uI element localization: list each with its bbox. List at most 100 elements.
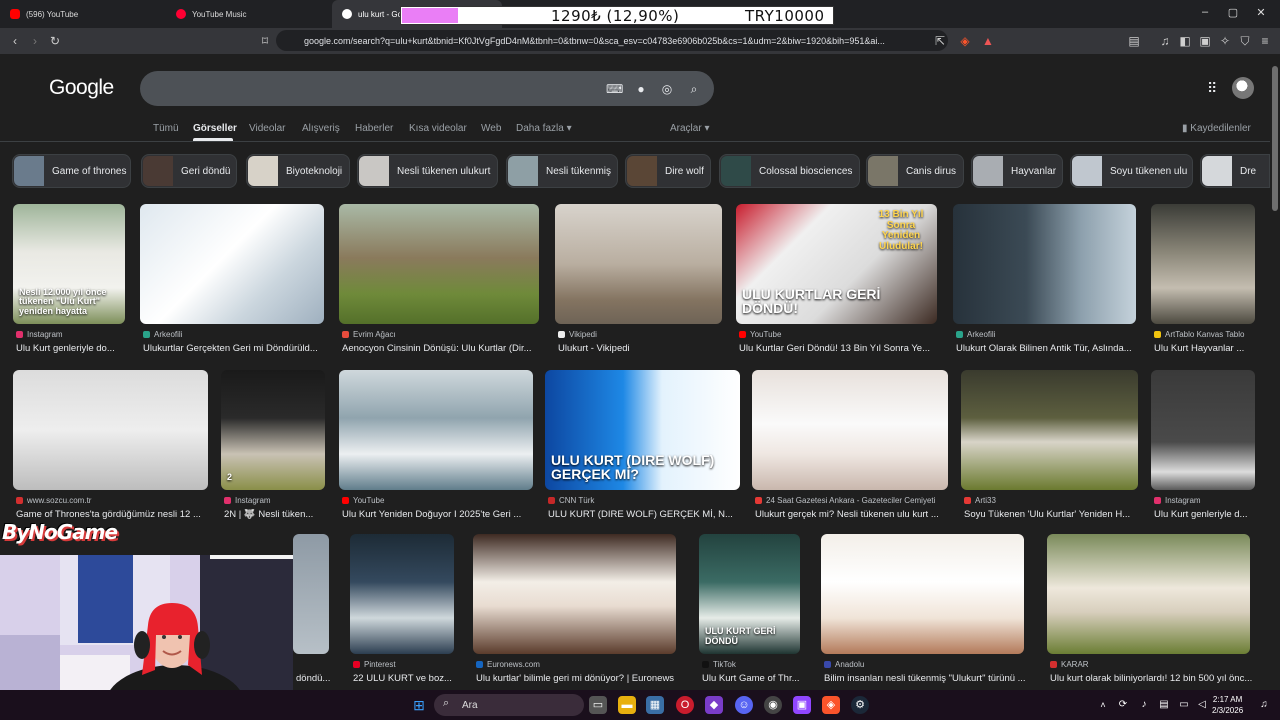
image-result[interactable]: Arti33 Soyu Tükenen 'Ulu Kurtlar' Yeniden… [961, 370, 1138, 526]
chip-nesli-tukenmis[interactable]: Nesli tükenmiş [506, 154, 618, 188]
twitch-icon[interactable]: ▣ [793, 696, 811, 714]
result-source[interactable]: www.sozcu.com.tr [16, 496, 211, 505]
leo-ai-icon[interactable]: ✧ [1217, 33, 1233, 49]
image-result[interactable]: www.sozcu.com.tr Game of Thrones'ta gördü… [13, 370, 208, 526]
avatar[interactable] [1232, 77, 1254, 99]
notification-bell-icon[interactable]: ♫ [1255, 696, 1273, 714]
result-thumbnail[interactable] [140, 204, 324, 324]
result-source[interactable]: Instagram [1154, 496, 1258, 505]
result-title[interactable]: Ulu kurt olarak biliniyorlardı! 12 bin 5… [1050, 673, 1253, 684]
chip-soyu-tukenen-ulu[interactable]: Soyu tükenen ulu [1070, 154, 1193, 188]
brave-shield-icon[interactable]: ◈ [957, 33, 973, 49]
tab-videos[interactable]: Videolar [249, 123, 286, 134]
tab-shopping[interactable]: Alışveriş [302, 123, 340, 134]
discord-icon[interactable]: ☺ [735, 696, 753, 714]
result-title[interactable]: ULU KURT (DIRE WOLF) GERÇEK Mİ, N... [548, 509, 743, 520]
lens-icon[interactable]: ◎ [659, 81, 675, 97]
volume-icon[interactable]: ◁ [1193, 696, 1211, 714]
saved-button[interactable]: ▮ Kaydedilenler [1182, 123, 1251, 134]
image-result[interactable]: Instagram Ulu Kurt genleriyle d... [1151, 370, 1255, 526]
result-source[interactable]: Arkeofili [956, 330, 1139, 339]
task-view-icon[interactable]: ▭ [589, 696, 607, 714]
result-title[interactable]: Ulu kurtlar' bilimle geri mi dönüyor? | … [476, 673, 679, 684]
result-source[interactable]: CNN Türk [548, 496, 743, 505]
result-thumbnail[interactable] [821, 534, 1024, 654]
result-title[interactable]: Ulu Kurt genleriyle do... [16, 343, 128, 354]
tab-more[interactable]: Daha fazla ▾ [516, 123, 572, 134]
result-thumbnail[interactable] [350, 534, 454, 654]
chip-nesli-tukenen-ulukurt[interactable]: Nesli tükenen ulukurt [357, 154, 498, 188]
back-icon[interactable]: ‹ [7, 33, 23, 49]
image-result[interactable]: ArtTablo Kanvas Tablo Ulu Kurt Hayvanlar … [1151, 204, 1255, 360]
result-source[interactable]: YouTube [342, 496, 536, 505]
chip-colossal-biosciences[interactable]: Colossal biosciences [719, 154, 860, 188]
image-result[interactable]: ULU KURT GERİ DÖNDÜ TikTok Ulu Kurt Game o… [699, 534, 800, 690]
result-source[interactable]: Instagram [224, 496, 328, 505]
chip-biyoteknoloji[interactable]: Biyoteknoloji [246, 154, 350, 188]
minimize-icon[interactable]: – [1198, 6, 1212, 18]
close-icon[interactable]: ✕ [1254, 6, 1268, 19]
windows-start-icon[interactable]: ⊞ [410, 696, 428, 714]
tab-all[interactable]: Tümü [153, 123, 179, 134]
result-title[interactable]: Ulu Kurtlar Geri Döndü! 13 Bin Yıl Sonra… [739, 343, 940, 354]
image-result[interactable]: Anadolu Bilim insanları nesli tükenmiş "U… [821, 534, 1027, 690]
image-result[interactable]: Nesli 12.000 yıl önce tükenen "Ulu Kurt"… [13, 204, 125, 360]
file-explorer-icon[interactable]: ▬ [618, 696, 636, 714]
result-title[interactable]: 2N | 🐺 Nesli tüken... [224, 509, 328, 520]
result-title[interactable]: Ulu Kurt genleriyle d... [1154, 509, 1258, 520]
result-title[interactable]: Ulukurt gerçek mi? Nesli tükenen ulu kur… [755, 509, 951, 520]
result-source[interactable]: Euronews.com [476, 660, 679, 669]
result-thumbnail[interactable]: ULU KURT GERİ DÖNDÜ [699, 534, 800, 654]
result-thumbnail[interactable]: 2 [221, 370, 325, 490]
image-result[interactable]: Vikipedi Ulukurt - Vikipedi [555, 204, 722, 360]
network-icon[interactable]: ▭ [1175, 696, 1193, 714]
result-thumbnail[interactable]: ULU KURTLAR GERİ DÖNDÜ! 13 Bin Yıl Sonra … [736, 204, 937, 324]
result-title[interactable]: Ulu Kurt Game of Thr... [702, 673, 803, 684]
result-title[interactable]: 22 ULU KURT ve boz... [353, 673, 457, 684]
image-result[interactable]: YouTube Ulu Kurt Yeniden Doğuyor I 2025't… [339, 370, 533, 526]
result-title[interactable]: Game of Thrones'ta gördüğümüz nesli 12 .… [16, 509, 211, 520]
result-source[interactable]: KARAR [1050, 660, 1253, 669]
chip-dire-wolf[interactable]: Dire wolf [625, 154, 711, 188]
reload-icon[interactable]: ↻ [47, 33, 63, 49]
image-result[interactable]: ULU KURTLAR GERİ DÖNDÜ! 13 Bin Yıl Sonra … [736, 204, 937, 360]
image-result[interactable]: Evrim Ağacı Aenocyon Cinsinin Dönüşü: Ulu… [339, 204, 539, 360]
headset-icon[interactable]: ♪ [1135, 696, 1153, 714]
result-source[interactable]: Vikipedi [558, 330, 725, 339]
result-title[interactable]: Ulu Kurt Hayvanlar ... [1154, 343, 1258, 354]
taskbar-clock[interactable]: 2:17 AM 2/3/2026 [1212, 694, 1243, 716]
result-source[interactable]: Instagram [16, 330, 128, 339]
result-title[interactable]: Ulukurt Olarak Bilinen Antik Tür, Aslınd… [956, 343, 1139, 354]
result-source[interactable]: YouTube [739, 330, 940, 339]
result-thumbnail[interactable] [1047, 534, 1250, 654]
tray-chevron-icon[interactable]: ˄ [1094, 696, 1112, 714]
image-result[interactable]: Arkeofili Ulukurt Olarak Bilinen Antik Tü… [953, 204, 1136, 360]
address-bar[interactable]: google.com/search?q=ulu+kurt&tbnid=Kf0Jt… [276, 30, 948, 51]
search-box[interactable]: ⌨ ● ◎ ⌕ [140, 71, 714, 106]
result-source[interactable]: ArtTablo Kanvas Tablo [1154, 330, 1258, 339]
result-title[interactable]: Ulu Kurt Yeniden Doğuyor I 2025'te Geri … [342, 509, 536, 520]
tab-youtube[interactable]: (596) YouTube [0, 0, 165, 28]
app-icon[interactable]: ◆ [705, 696, 723, 714]
vpn-icon[interactable]: ⛉ [1237, 33, 1253, 49]
chip-dre[interactable]: Dre [1200, 154, 1270, 188]
tab-web[interactable]: Web [481, 123, 501, 134]
result-title[interactable]: döndü... [296, 673, 332, 684]
obs-icon[interactable]: ◉ [764, 696, 782, 714]
store-icon[interactable]: ▦ [646, 696, 664, 714]
result-thumbnail[interactable] [555, 204, 722, 324]
tab-news[interactable]: Haberler [355, 123, 393, 134]
tray-sync-icon[interactable]: ⟳ [1114, 696, 1132, 714]
rewards-icon[interactable]: ▲ [980, 33, 996, 49]
result-thumbnail[interactable] [961, 370, 1138, 490]
tab-images[interactable]: Görseller [193, 123, 237, 134]
result-source[interactable]: TikTok [702, 660, 803, 669]
image-result[interactable]: ULU KURT (DIRE WOLF) GERÇEK Mİ? CNN Türk U… [545, 370, 740, 526]
wallet-icon[interactable]: ▣ [1197, 33, 1213, 49]
image-result[interactable]: döndü... [293, 534, 332, 690]
result-source[interactable]: Pinterest [353, 660, 457, 669]
result-title[interactable]: Ulukurt - Vikipedi [558, 343, 725, 354]
result-source[interactable]: Evrim Ağacı [342, 330, 542, 339]
result-source[interactable]: Arkeofili [143, 330, 327, 339]
result-title[interactable]: Bilim insanları nesli tükenmiş "Ulukurt"… [824, 673, 1027, 684]
